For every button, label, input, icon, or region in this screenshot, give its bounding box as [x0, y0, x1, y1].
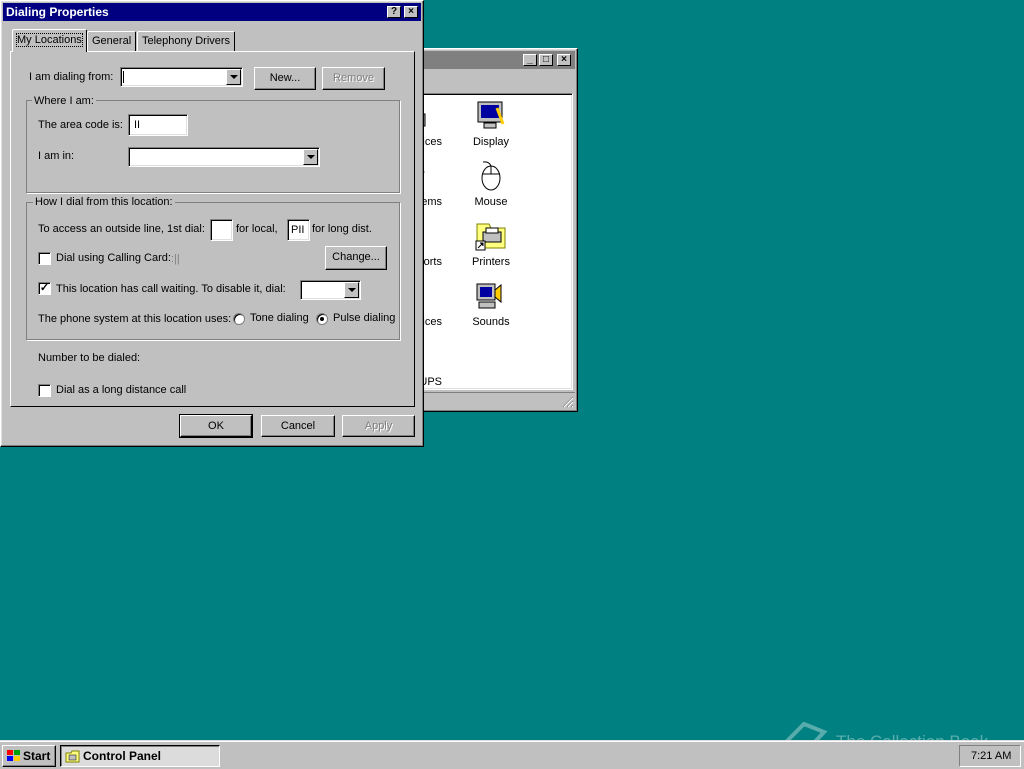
- chevron-down-icon[interactable]: [226, 69, 241, 85]
- area-code-label: The area code is:: [38, 119, 123, 131]
- taskbar: Start Control Panel 7:21 AM: [0, 740, 1024, 769]
- control-panel-item[interactable]: Sounds: [456, 280, 526, 328]
- phone-system-label: The phone system at this location uses:: [38, 313, 232, 325]
- control-panel-item[interactable]: Mouse: [456, 160, 526, 208]
- for-local-label: for local,: [236, 223, 278, 235]
- task-control-panel[interactable]: Control Panel: [60, 745, 220, 767]
- maximize-button[interactable]: □: [539, 54, 553, 66]
- printer-icon: [475, 220, 507, 252]
- number-to-dial-label: Number to be dialed:: [38, 352, 141, 364]
- i-am-in-label: I am in:: [38, 150, 75, 162]
- dialing-from-dropdown[interactable]: [120, 67, 243, 87]
- resize-grip-icon[interactable]: [562, 396, 574, 408]
- control-panel-item[interactable]: Printers: [456, 220, 526, 268]
- close-button[interactable]: ×: [404, 6, 418, 18]
- chevron-down-icon[interactable]: [303, 149, 318, 165]
- long-dist-prefix-value: PII: [291, 224, 305, 236]
- where-i-am-label: Where I am:: [32, 95, 96, 107]
- tab-my-locations[interactable]: My Locations: [12, 29, 87, 52]
- task-label: Control Panel: [83, 749, 162, 763]
- clock[interactable]: 7:21 AM: [971, 750, 1011, 762]
- new-button[interactable]: New...: [254, 67, 316, 90]
- chevron-down-icon[interactable]: [344, 282, 359, 298]
- long-dist-prefix-field[interactable]: PII: [287, 219, 310, 241]
- minimize-button[interactable]: _: [523, 54, 537, 66]
- control-panel-item[interactable]: Display: [456, 100, 526, 148]
- tab-label: My Locations: [16, 33, 83, 47]
- country-dropdown[interactable]: [128, 147, 320, 167]
- control-panel-item-label: Sounds: [472, 316, 510, 328]
- tone-dialing-label: Tone dialing: [250, 312, 309, 324]
- mouse-icon: [475, 160, 507, 192]
- help-button[interactable]: ?: [387, 6, 401, 18]
- folder-icon: [65, 750, 80, 763]
- calling-card-checkbox[interactable]: [38, 252, 51, 265]
- calling-card-label: Dial using Calling Card:: [56, 252, 171, 264]
- calling-card-value: :||: [171, 253, 180, 265]
- ok-button[interactable]: OK: [179, 414, 253, 438]
- tone-dialing-radio[interactable]: [233, 313, 245, 325]
- pulse-dialing-label: Pulse dialing: [333, 312, 396, 324]
- change-button[interactable]: Change...: [325, 246, 387, 270]
- monitor-icon: [475, 100, 507, 132]
- icon-view[interactable]: evices Display odems Mouse orts Printers rvice…: [407, 93, 573, 390]
- outside-line-label: To access an outside line, 1st dial:: [38, 223, 205, 235]
- local-prefix-field[interactable]: [210, 219, 233, 241]
- cancel-button[interactable]: Cancel: [261, 415, 335, 437]
- call-waiting-label: This location has call waiting. To disab…: [56, 283, 286, 295]
- long-distance-label: Dial as a long distance call: [56, 384, 187, 396]
- call-waiting-checkbox[interactable]: ✓: [38, 282, 51, 295]
- status-bar: [407, 392, 575, 408]
- tab-telephony-drivers[interactable]: Telephony Drivers: [137, 31, 236, 51]
- start-button[interactable]: Start: [2, 745, 56, 767]
- area-code-value: II: [134, 119, 141, 131]
- long-distance-checkbox[interactable]: [38, 384, 51, 397]
- system-tray: 7:21 AM: [959, 745, 1021, 767]
- close-button[interactable]: ×: [557, 54, 571, 66]
- dialing-from-label: I am dialing from:: [29, 71, 114, 83]
- for-long-dist-label: for long dist.: [312, 223, 372, 235]
- remove-button[interactable]: Remove: [322, 67, 385, 90]
- tab-general[interactable]: General: [87, 31, 137, 51]
- control-panel-item-label: Printers: [472, 256, 510, 268]
- menu-bar: [407, 71, 575, 91]
- apply-button[interactable]: Apply: [342, 415, 415, 437]
- dialog-titlebar[interactable]: Dialing Properties: [3, 3, 421, 21]
- control-panel-window: _ □ × evices Display odems Mouse orts Printer…: [404, 48, 578, 412]
- dialog-title: Dialing Properties: [6, 5, 109, 19]
- speaker-icon: [475, 280, 507, 312]
- tab-page: I am dialing from: New... Remove Where I…: [10, 51, 415, 407]
- start-label: Start: [23, 749, 51, 763]
- dialing-properties-dialog: Dialing Properties ? × My Locations Gene…: [0, 0, 424, 447]
- tab-label: General: [92, 35, 132, 47]
- tab-label: Telephony Drivers: [142, 35, 231, 47]
- control-panel-item-label: Mouse: [474, 196, 508, 208]
- text-cursor: [123, 71, 124, 83]
- pulse-dialing-radio[interactable]: [316, 313, 328, 325]
- windows-logo-icon: [7, 750, 20, 761]
- how-i-dial-label: How I dial from this location:: [33, 196, 175, 208]
- area-code-field[interactable]: II: [128, 114, 188, 136]
- control-panel-item-label: Display: [472, 136, 510, 148]
- call-waiting-dropdown[interactable]: [300, 280, 361, 300]
